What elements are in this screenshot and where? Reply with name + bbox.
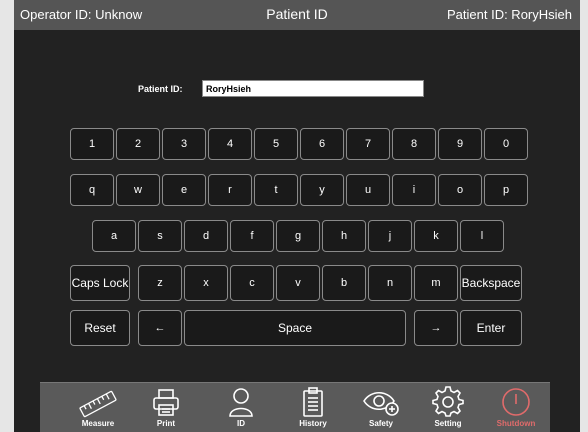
id-label: ID: [237, 419, 245, 428]
key-4[interactable]: 4: [208, 128, 252, 160]
title-bar: Operator ID: Unknow Patient ID Patient I…: [14, 0, 580, 30]
key-a[interactable]: a: [92, 220, 136, 252]
key-0[interactable]: 0: [484, 128, 528, 160]
print-label: Print: [156, 419, 176, 428]
shutdown-label: Shutdown: [496, 419, 536, 428]
key-o[interactable]: o: [438, 174, 482, 206]
key-7[interactable]: 7: [346, 128, 390, 160]
clipboard-icon: [303, 387, 323, 417]
setting-label: Setting: [434, 419, 462, 428]
key-9[interactable]: 9: [438, 128, 482, 160]
setting-button[interactable]: Setting: [418, 383, 478, 432]
reset-key[interactable]: Reset: [70, 310, 130, 346]
key-r[interactable]: r: [208, 174, 252, 206]
left-arrow-key[interactable]: ←: [138, 310, 182, 346]
key-1[interactable]: 1: [70, 128, 114, 160]
gear-icon: [432, 386, 464, 417]
key-3[interactable]: 3: [162, 128, 206, 160]
key-n[interactable]: n: [368, 265, 412, 301]
measure-label: Measure: [81, 419, 115, 428]
safety-button[interactable]: Safety: [351, 383, 411, 432]
key-b[interactable]: b: [322, 265, 366, 301]
key-z[interactable]: z: [138, 265, 182, 301]
key-8[interactable]: 8: [392, 128, 436, 160]
key-s[interactable]: s: [138, 220, 182, 252]
key-g[interactable]: g: [276, 220, 320, 252]
key-k[interactable]: k: [414, 220, 458, 252]
backspace-key[interactable]: Backspace: [460, 265, 522, 301]
right-arrow-key[interactable]: →: [414, 310, 458, 346]
ruler-icon: [79, 390, 117, 418]
key-w[interactable]: w: [116, 174, 160, 206]
key-f[interactable]: f: [230, 220, 274, 252]
printer-icon: [153, 389, 179, 416]
key-6[interactable]: 6: [300, 128, 344, 160]
history-button[interactable]: History: [283, 383, 343, 432]
shutdown-button[interactable]: Shutdown: [486, 383, 546, 432]
print-button[interactable]: Print: [136, 383, 196, 432]
key-m[interactable]: m: [414, 265, 458, 301]
key-e[interactable]: e: [162, 174, 206, 206]
key-v[interactable]: v: [276, 265, 320, 301]
key-y[interactable]: y: [300, 174, 344, 206]
bottom-toolbar: Measure Print ID History Safety Setting …: [40, 382, 550, 432]
key-t[interactable]: t: [254, 174, 298, 206]
key-h[interactable]: h: [322, 220, 366, 252]
measure-button[interactable]: Measure: [68, 383, 128, 432]
id-button[interactable]: ID: [211, 383, 271, 432]
space-key[interactable]: Space: [184, 310, 406, 346]
key-l[interactable]: l: [460, 220, 504, 252]
key-d[interactable]: d: [184, 220, 228, 252]
key-2[interactable]: 2: [116, 128, 160, 160]
person-icon: [229, 388, 253, 417]
safety-label: Safety: [368, 419, 393, 428]
key-p[interactable]: p: [484, 174, 528, 206]
history-label: History: [299, 419, 327, 428]
key-x[interactable]: x: [184, 265, 228, 301]
key-i[interactable]: i: [392, 174, 436, 206]
enter-key[interactable]: Enter: [460, 310, 522, 346]
key-5[interactable]: 5: [254, 128, 298, 160]
main-screen: Operator ID: Unknow Patient ID Patient I…: [14, 0, 580, 432]
key-j[interactable]: j: [368, 220, 412, 252]
power-icon: [502, 388, 530, 416]
key-q[interactable]: q: [70, 174, 114, 206]
patient-id-label: Patient ID:: [138, 84, 183, 94]
key-c[interactable]: c: [230, 265, 274, 301]
patient-id-text: Patient ID: RoryHsieh: [447, 7, 572, 22]
caps-lock-key[interactable]: Caps Lock: [70, 265, 130, 301]
eye-shield-icon: [363, 391, 399, 416]
key-u[interactable]: u: [346, 174, 390, 206]
patient-id-input[interactable]: [202, 80, 424, 97]
